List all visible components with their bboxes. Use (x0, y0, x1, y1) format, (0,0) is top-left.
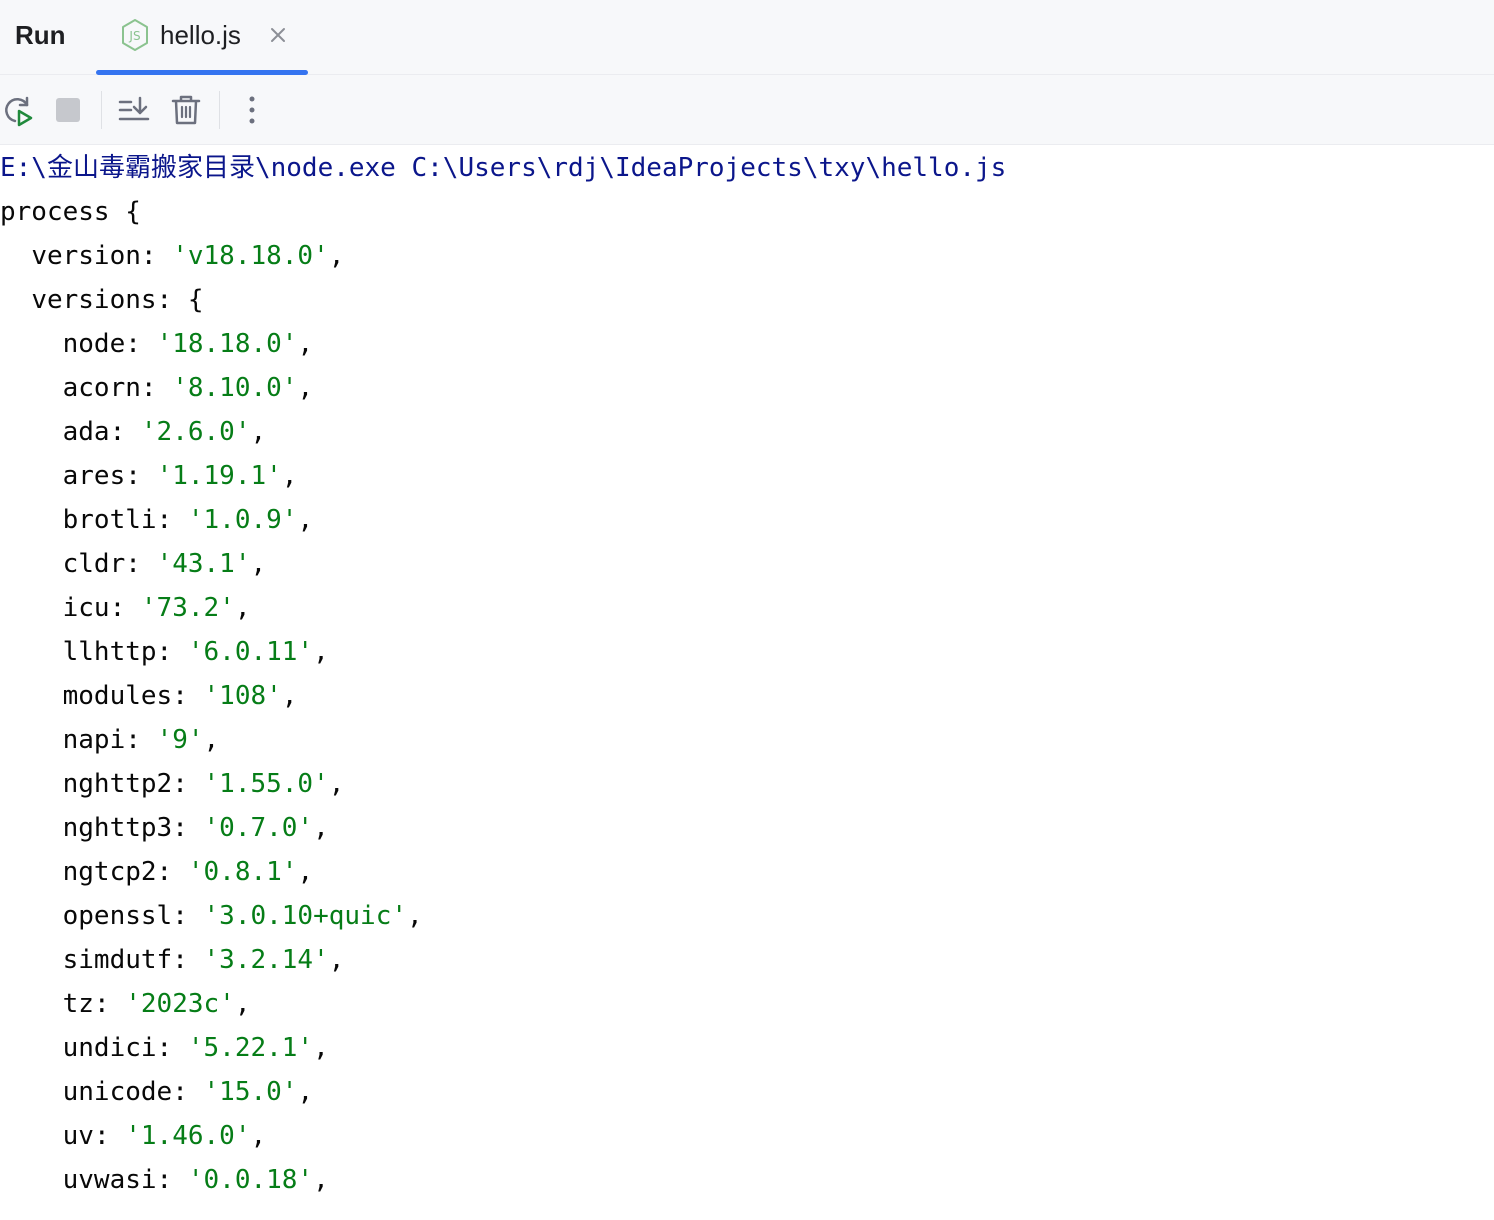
rerun-icon (5, 96, 33, 127)
entry-value: '1.55.0' (203, 769, 329, 799)
entry-key: napi (62, 725, 126, 755)
run-title: Run (15, 20, 66, 50)
entry-key: ada (62, 417, 110, 447)
entry-value: '73.2' (140, 593, 235, 623)
entry-value: '0.8.1' (187, 857, 298, 887)
toolbar-separator (219, 91, 220, 129)
version-entry-line: nghttp3: '0.7.0', (62, 813, 329, 843)
entry-key: tz (62, 989, 94, 1019)
entry-key: simdutf (62, 945, 173, 975)
version-entry-line: nghttp2: '1.55.0', (62, 769, 345, 799)
entry-value: '43.1' (156, 549, 251, 579)
version-entry-line: undici: '5.22.1', (62, 1033, 329, 1063)
version-entry-line: ada: '2.6.0', (62, 417, 267, 447)
version-entry-line: node: '18.18.0', (62, 329, 314, 359)
version-entry-line: unicode: '15.0', (62, 1077, 314, 1107)
version-value: 'v18.18.0' (172, 241, 329, 271)
entry-key: node (62, 329, 126, 359)
entry-key: uvwasi (62, 1165, 157, 1195)
stop-button[interactable] (50, 92, 86, 128)
entry-key: cldr (62, 549, 126, 579)
entry-key: ares (62, 461, 126, 491)
entry-value: '1.0.9' (187, 505, 298, 535)
entry-key: unicode (62, 1077, 173, 1107)
stop-icon (56, 98, 80, 122)
versions-open: versions: { (31, 285, 204, 315)
entry-value: '8.10.0' (172, 373, 298, 403)
entry-value: '0.0.18' (187, 1165, 314, 1195)
entry-key: llhttp (62, 637, 157, 667)
version-line: version: 'v18.18.0', (31, 241, 345, 271)
entry-key: brotli (62, 505, 157, 535)
entry-value: '108' (203, 681, 282, 711)
entry-value: '3.0.10+quic' (203, 901, 408, 931)
trash-icon (171, 95, 201, 125)
tab-label: hello.js (160, 20, 241, 50)
entry-value: '3.2.14' (203, 945, 329, 975)
scroll-to-end-button[interactable] (116, 92, 152, 128)
nodejs-icon: JS (122, 19, 148, 51)
entry-key: openssl (62, 901, 173, 931)
entry-key: uv (62, 1121, 94, 1151)
entry-value: '9' (156, 725, 204, 755)
version-entry-line: uvwasi: '0.0.18', (62, 1165, 329, 1195)
version-entry-line: napi: '9', (62, 725, 220, 755)
entry-key: ngtcp2 (62, 857, 157, 887)
version-entry-line: brotli: '1.0.9', (62, 505, 314, 535)
version-entry-line: modules: '108', (62, 681, 298, 711)
entry-value: '2.6.0' (140, 417, 251, 447)
toolbar-separator (101, 91, 102, 129)
version-entry-line: llhttp: '6.0.11', (62, 637, 329, 667)
entry-key: icu (62, 593, 110, 623)
version-entry-line: ngtcp2: '0.8.1', (62, 857, 314, 887)
version-entry-line: uv: '1.46.0', (62, 1121, 267, 1151)
run-toolbar (0, 75, 1494, 145)
entry-key: acorn (62, 373, 141, 403)
entry-value: '18.18.0' (156, 329, 298, 359)
entry-key: modules (62, 681, 173, 711)
entry-value: '1.46.0' (125, 1121, 251, 1151)
version-entry-line: tz: '2023c', (62, 989, 251, 1019)
entry-key: undici (62, 1033, 157, 1063)
version-entry-line: simdutf: '3.2.14', (62, 945, 345, 975)
entry-value: '0.7.0' (203, 813, 314, 843)
close-icon[interactable] (268, 25, 288, 45)
version-key: version (31, 241, 141, 271)
process-open-line: process { (0, 197, 141, 227)
entry-value: '1.19.1' (156, 461, 282, 491)
versions-open-line: versions: { (0, 278, 204, 322)
entry-value: '6.0.11' (187, 637, 314, 667)
entry-value: '2023c' (125, 989, 235, 1019)
svg-text:JS: JS (128, 29, 140, 43)
version-entry-line: icu: '73.2', (62, 593, 251, 623)
version-entry-line: openssl: '3.0.10+quic', (62, 901, 423, 931)
version-entry-line: cldr: '43.1', (62, 549, 267, 579)
console-output[interactable]: E:\金山毒霸搬家目录\node.exe C:\Users\rdj\IdeaPr… (0, 146, 1494, 1220)
rerun-button[interactable] (0, 92, 36, 128)
clear-all-button[interactable] (168, 92, 204, 128)
more-options-button[interactable] (234, 92, 270, 128)
run-tool-window-header: Run JS hello.js (0, 0, 1494, 75)
entry-key: nghttp2 (62, 769, 173, 799)
entry-value: '5.22.1' (187, 1033, 314, 1063)
command-line: E:\金山毒霸搬家目录\node.exe C:\Users\rdj\IdeaPr… (0, 153, 1007, 183)
tab-hello-js[interactable]: JS hello.js (96, 0, 308, 75)
scroll-to-end-icon (118, 96, 150, 121)
version-entry-line: acorn: '8.10.0', (62, 373, 314, 403)
more-vertical-icon (249, 96, 255, 124)
entry-key: nghttp3 (62, 813, 173, 843)
version-entry-line: ares: '1.19.1', (62, 461, 298, 491)
entry-value: '15.0' (203, 1077, 298, 1107)
